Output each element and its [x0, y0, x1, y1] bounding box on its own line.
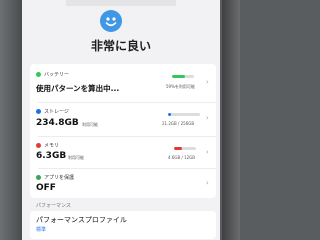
storage-meter: [168, 113, 200, 116]
battery-value: 使用パターンを算出中...: [36, 84, 120, 93]
battery-label: バッテリー: [44, 72, 70, 78]
memory-meter: [174, 147, 196, 150]
app-protection-row[interactable]: アプリを保護 OFF ›: [30, 169, 216, 197]
storage-row[interactable]: ストレージ 234.8GB 利用可能 21.2GB / 256GB ›: [30, 103, 216, 135]
storage-label: ストレージ: [44, 109, 69, 115]
status-bar: [66, 0, 176, 6]
performance-profile-value: 標準: [36, 227, 47, 233]
storage-icon: [36, 109, 41, 114]
battery-chevron-icon: ›: [206, 78, 209, 86]
memory-chevron-icon: ›: [206, 148, 209, 156]
performance-profile-title: パフォーマンスプロファイル: [36, 216, 127, 224]
shield-icon: [36, 175, 41, 180]
performance-profile-item[interactable]: パフォーマンスプロファイル 標準: [30, 211, 216, 239]
storage-sub: 利用可能: [82, 122, 98, 127]
storage-chevron-icon: ›: [206, 114, 209, 122]
battery-meter: [172, 75, 194, 78]
battery-meter-text: 59%を利用可能: [166, 84, 195, 89]
memory-row[interactable]: メモリ 6.3GB 利用可能 4.6GB / 12GB ›: [30, 137, 216, 167]
smiley-face-icon: [100, 10, 122, 32]
memory-label: メモリ: [44, 143, 60, 149]
device-screen: 非常に良い バッテリー 使用パターンを算出中... 59%を利用可能 › ストレ…: [22, 0, 220, 240]
memory-icon: [36, 143, 41, 148]
storage-meter-text: 21.2GB / 256GB: [162, 121, 195, 126]
storage-value: 234.8GB: [36, 118, 79, 128]
battery-row[interactable]: バッテリー 使用パターンを算出中... 59%を利用可能 ›: [30, 64, 216, 102]
memory-sub: 利用可能: [68, 155, 84, 160]
app-protection-value: OFF: [36, 183, 56, 193]
device-care-card: バッテリー 使用パターンを算出中... 59%を利用可能 › ストレージ 234…: [30, 64, 216, 198]
battery-icon: [36, 72, 41, 77]
device-bezel-right: [222, 0, 240, 240]
battery-meter-fill: [172, 75, 185, 78]
memory-meter-fill: [174, 147, 183, 150]
storage-meter-fill: [168, 113, 171, 116]
memory-meter-text: 4.6GB / 12GB: [168, 155, 196, 160]
memory-value: 6.3GB: [36, 151, 67, 161]
device-bezel-left: [0, 0, 22, 240]
device-status-title: 非常に良い: [90, 39, 151, 53]
performance-section-label: パフォーマンス: [36, 203, 71, 209]
app-protection-chevron-icon: ›: [206, 179, 209, 187]
app-protection-label: アプリを保護: [44, 175, 75, 181]
